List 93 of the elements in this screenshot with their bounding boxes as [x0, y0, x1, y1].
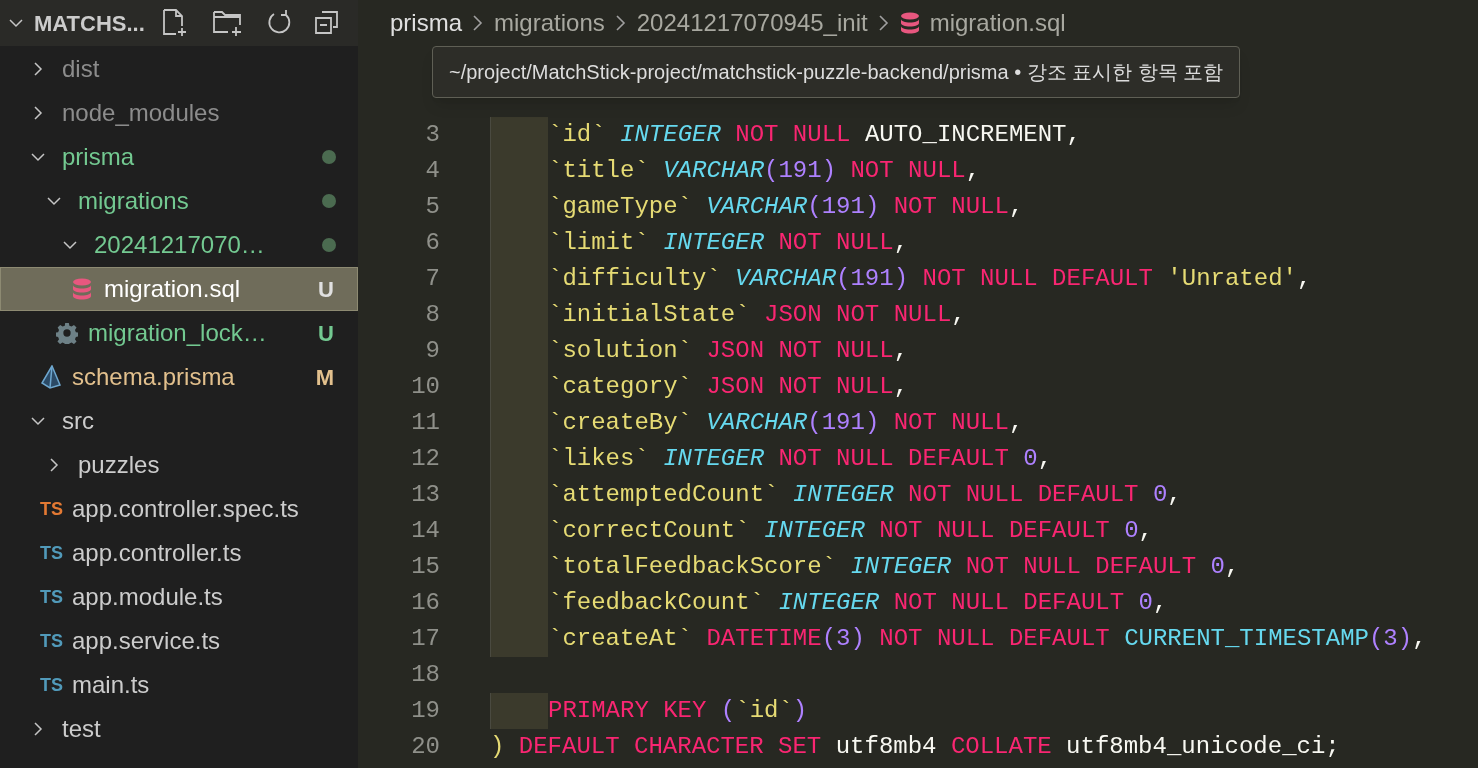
line-number: 14	[410, 516, 440, 546]
collapse-all-icon[interactable]	[314, 10, 340, 36]
code-line: `initialState` JSON NOT NULL,	[548, 300, 966, 330]
line-number: 18	[410, 660, 440, 690]
item-label: dist	[62, 54, 100, 84]
line-number: 17	[410, 624, 440, 654]
line-number: 12	[410, 444, 440, 474]
indent-guide	[490, 117, 548, 153]
typescript-icon: TS	[40, 588, 66, 606]
code-line: `title` VARCHAR(191) NOT NULL,	[548, 156, 981, 186]
line-number: 7	[424, 264, 440, 294]
chevron-right-icon	[614, 13, 627, 32]
code-line: `attemptedCount` INTEGER NOT NULL DEFAULT 0,	[548, 480, 1182, 510]
code-line: PRIMARY KEY (`id`)	[548, 696, 808, 726]
git-status-letter: U	[318, 319, 334, 348]
indent-guide	[490, 693, 548, 729]
database-icon	[899, 11, 920, 34]
code-line: `gameType` VARCHAR(191) NOT NULL,	[548, 192, 1024, 222]
file-row[interactable]: TS app.controller.ts	[0, 531, 358, 575]
line-number: 8	[424, 300, 440, 330]
file-row[interactable]: TS app.controller.spec.ts	[0, 487, 358, 531]
triangle-icon	[40, 365, 62, 389]
explorer-title: MATCHS...	[34, 9, 145, 38]
item-label: app.module.ts	[72, 582, 223, 612]
folder-row[interactable]: 20241217070…	[0, 223, 358, 267]
typescript-icon: TS	[40, 632, 66, 650]
code-line: `createAt` DATETIME(3) NOT NULL DEFAULT CURRENT_TIMESTAMP(3),	[548, 624, 1427, 654]
item-label: schema.prisma	[72, 362, 235, 392]
item-label: app.controller.ts	[72, 538, 242, 568]
code-line: `feedbackCount` INTEGER NOT NULL DEFAULT 0,	[548, 588, 1168, 618]
line-number: 20	[410, 732, 440, 762]
line-number: 16	[410, 588, 440, 618]
breadcrumb-item[interactable]: prisma	[390, 4, 462, 41]
code-line: `difficulty` VARCHAR(191) NOT NULL DEFAULT 'Unrated',	[548, 264, 1312, 294]
code-line: `totalFeedbackScore` INTEGER NOT NULL DEFAULT 0,	[548, 552, 1240, 582]
typescript-icon: TS	[40, 676, 66, 694]
item-label: app.service.ts	[72, 626, 221, 656]
item-label: migration_lock…	[88, 318, 267, 348]
item-label: puzzles	[78, 450, 160, 480]
line-number: 6	[424, 228, 440, 258]
file-row[interactable]: migration.sql U	[0, 267, 358, 311]
code-line: `category` JSON NOT NULL,	[548, 372, 909, 402]
item-label: node_modules	[62, 98, 220, 128]
item-label: prisma	[62, 142, 134, 172]
code-line: `createBy` VARCHAR(191) NOT NULL,	[548, 408, 1024, 438]
folder-row[interactable]: prisma	[0, 135, 358, 179]
typescript-icon: TS	[40, 500, 66, 518]
folder-row[interactable]: src	[0, 399, 358, 443]
file-row[interactable]: migration_lock… U	[0, 311, 358, 355]
line-number: 13	[410, 480, 440, 510]
line-number: 5	[424, 192, 440, 222]
chevron-right-icon	[472, 13, 484, 32]
folder-row[interactable]: test	[0, 707, 358, 751]
code-line: `id` INTEGER NOT NULL AUTO_INCREMENT,	[548, 120, 1081, 150]
line-number: 19	[410, 696, 440, 726]
folder-row[interactable]: puzzles	[0, 443, 358, 487]
folder-row[interactable]: node_modules	[0, 91, 358, 135]
line-number: 10	[410, 372, 440, 402]
line-number: 15	[410, 552, 440, 582]
item-label: migrations	[78, 186, 189, 216]
gear-icon	[56, 322, 78, 344]
breadcrumb-item[interactable]: migration.sql	[929, 4, 1066, 41]
file-row[interactable]: TS main.ts	[0, 663, 358, 707]
line-number: 4	[424, 156, 440, 186]
breadcrumb-item[interactable]: 20241217070945_init	[636, 4, 868, 41]
item-label: test	[62, 714, 101, 744]
database-icon	[72, 278, 92, 300]
chevron-right-icon	[877, 13, 890, 32]
file-row[interactable]: schema.prisma M	[0, 355, 358, 399]
tooltip: ~/project/MatchStick-project/matchstick-puzzle-backend/prisma • 강조 표시한 항목 포함	[432, 46, 1241, 98]
code-line: `likes` INTEGER NOT NULL DEFAULT 0,	[548, 444, 1053, 474]
code-line: `limit` INTEGER NOT NULL,	[548, 228, 909, 258]
line-number: 11	[410, 408, 440, 438]
item-label: app.controller.spec.ts	[72, 494, 299, 524]
code-line: `correctCount` INTEGER NOT NULL DEFAULT 0,	[548, 516, 1153, 546]
typescript-icon: TS	[40, 544, 66, 562]
item-label: 20241217070…	[94, 230, 265, 260]
git-status-letter: U	[318, 275, 334, 304]
file-row[interactable]: TS app.module.ts	[0, 575, 358, 619]
item-label: src	[62, 406, 94, 436]
folder-row[interactable]: dist	[0, 47, 358, 91]
indent-guide	[490, 621, 548, 657]
folder-row[interactable]: migrations	[0, 179, 358, 223]
breadcrumb-item[interactable]: migrations	[494, 4, 605, 41]
code-line: `solution` JSON NOT NULL,	[548, 336, 909, 366]
line-number: 9	[424, 336, 440, 366]
code-line: ) DEFAULT CHARACTER SET utf8mb4 COLLATE utf8mb4_unicode_ci;	[490, 732, 1340, 762]
git-status-letter: M	[315, 363, 334, 392]
item-label: main.ts	[72, 670, 150, 700]
new-folder-icon[interactable]	[212, 8, 244, 38]
line-number: 3	[424, 120, 440, 150]
item-label: migration.sql	[104, 274, 241, 304]
file-row[interactable]: TS app.service.ts	[0, 619, 358, 663]
